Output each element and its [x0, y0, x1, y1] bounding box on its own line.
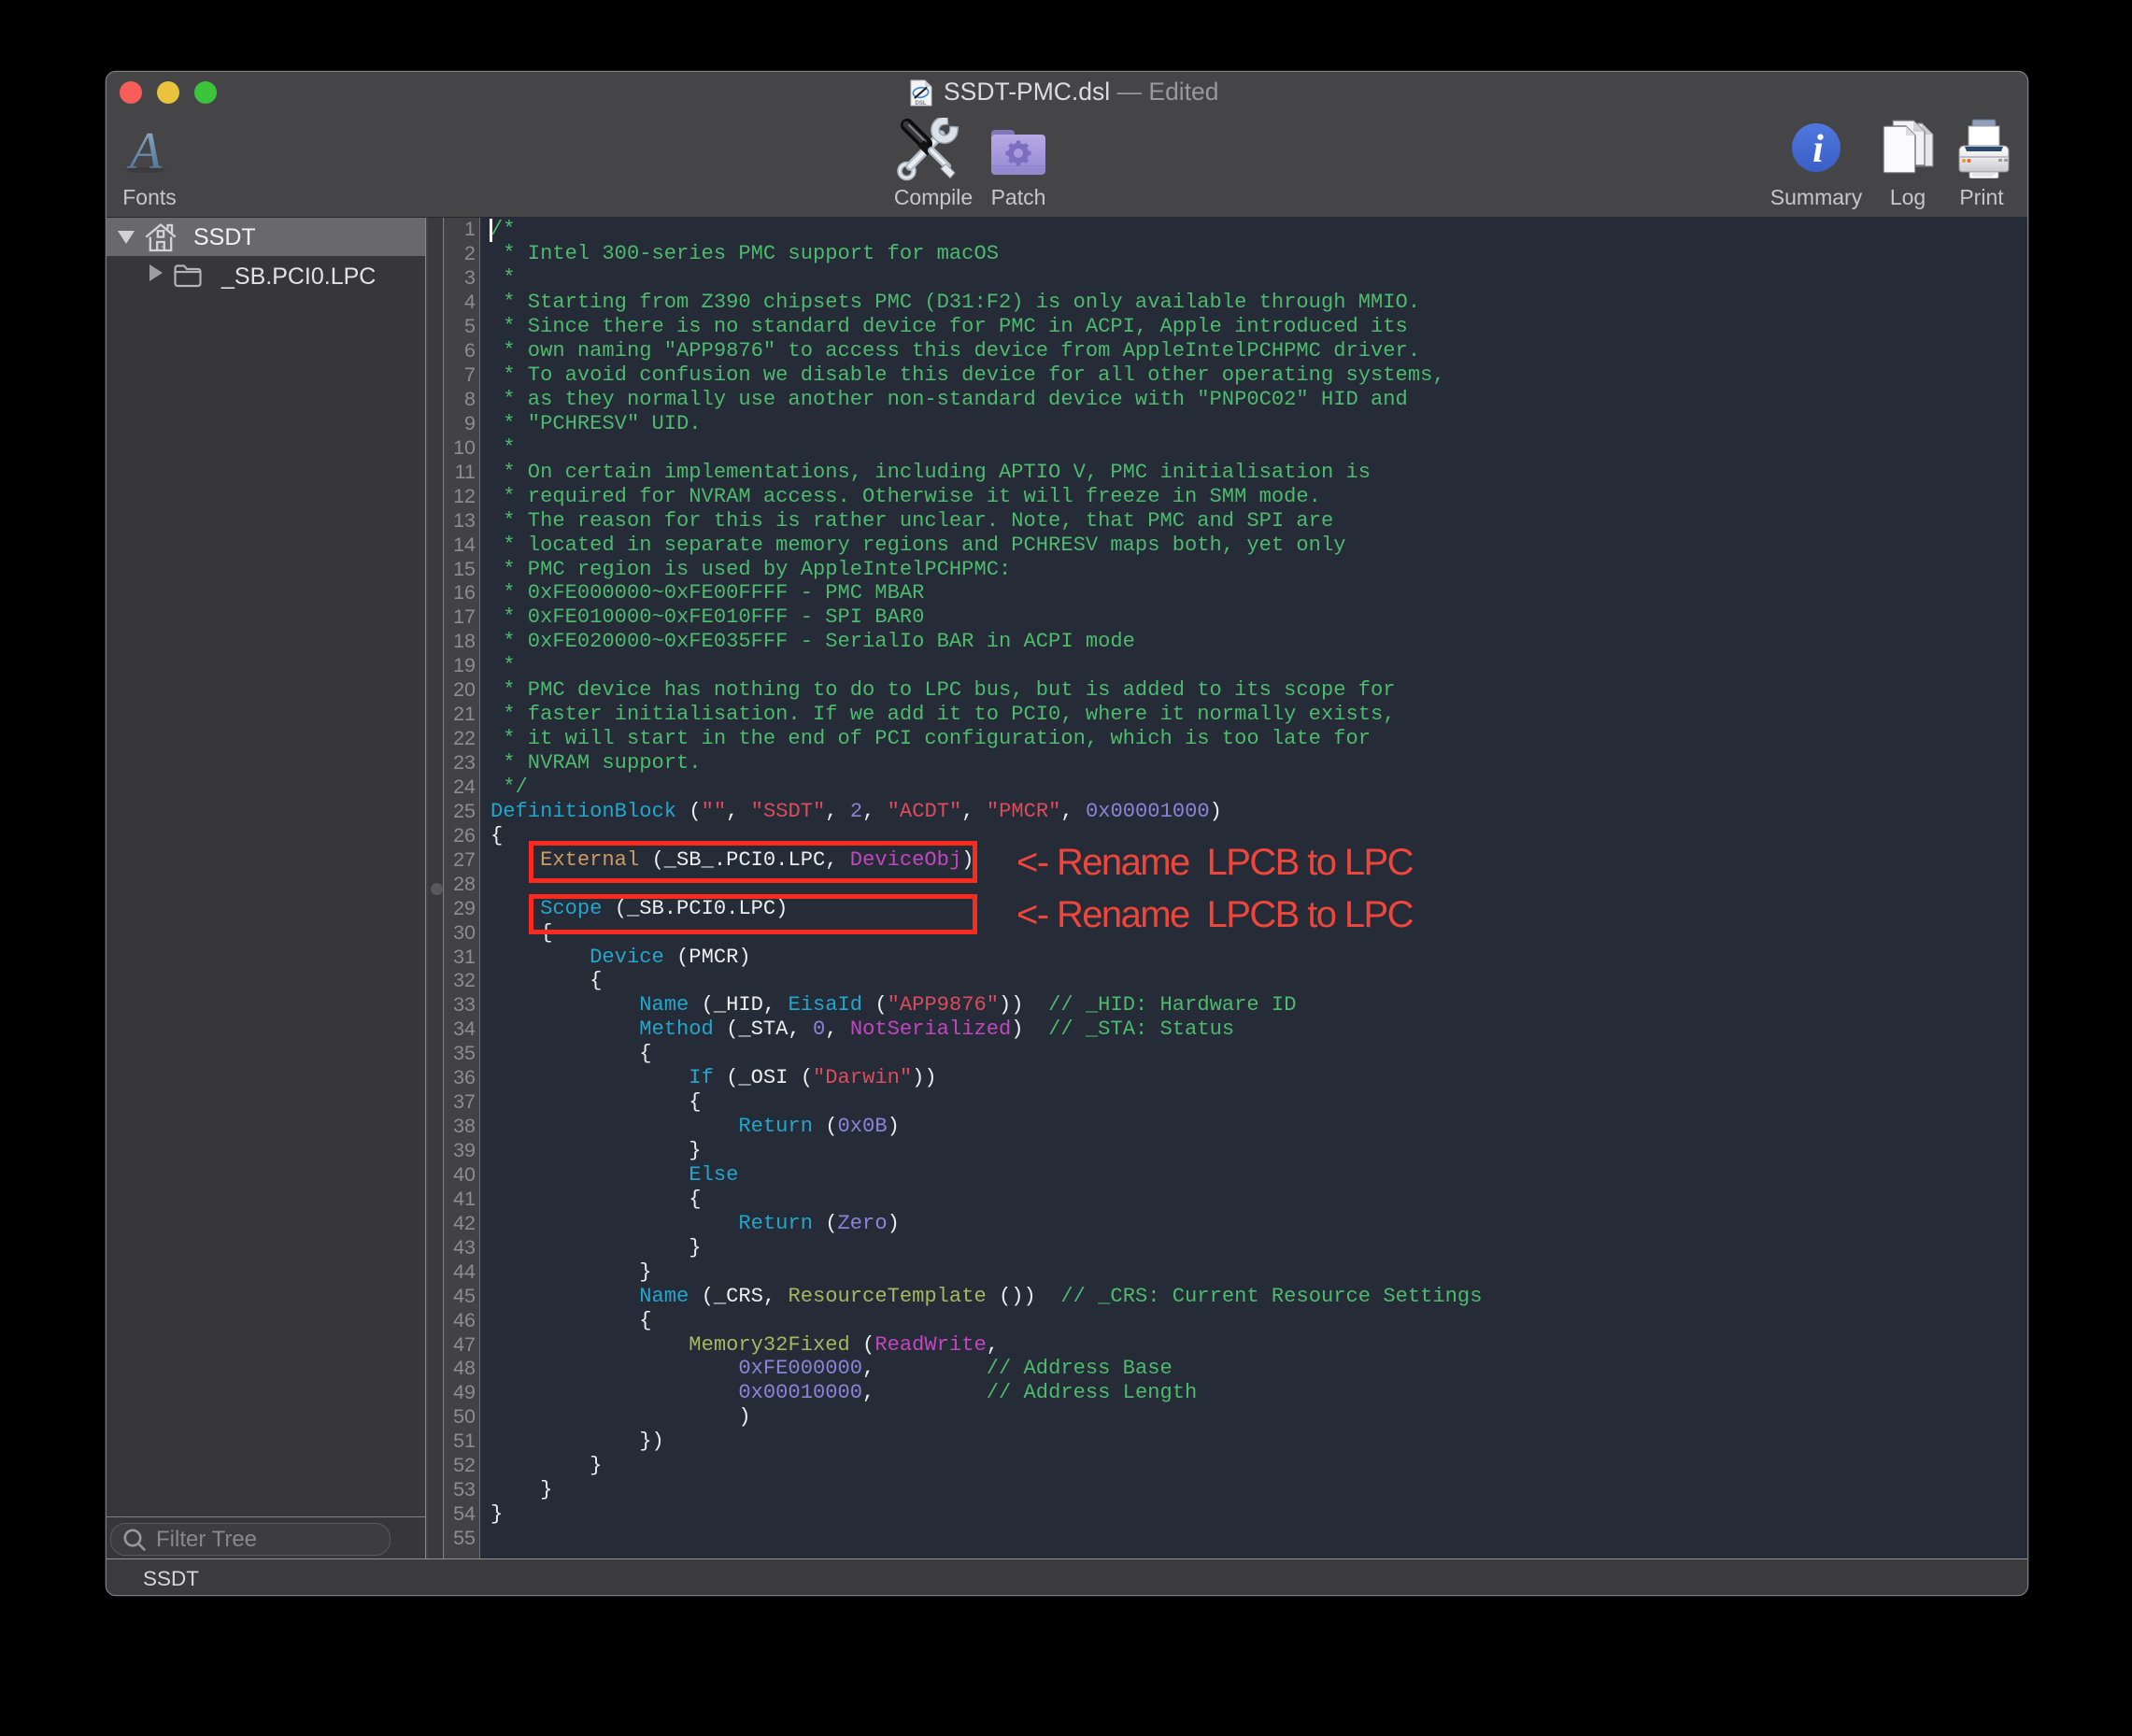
svg-text:A: A	[126, 126, 163, 175]
svg-text:DSL: DSL	[916, 101, 927, 107]
svg-text:i: i	[1812, 128, 1824, 171]
